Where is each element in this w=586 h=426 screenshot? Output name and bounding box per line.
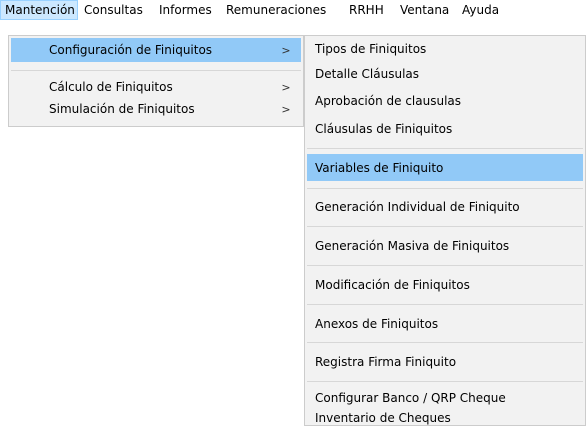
menu-bar: Mantención Consultas Informes Remuneraci… — [0, 0, 586, 20]
submenu-item-clausulas-finiquitos[interactable]: Cláusulas de Finiquitos — [307, 116, 583, 141]
menu-item-label: Configurar Banco / QRP Cheque — [315, 391, 506, 405]
submenu-item-variables-finiquito[interactable]: Variables de Finiquito — [307, 154, 583, 181]
menu-item-label: Configuración de Finiquitos — [49, 43, 213, 57]
menu-consultas[interactable]: Consultas — [80, 0, 147, 20]
menu-item-label: Generación Masiva de Finiquitos — [315, 238, 510, 253]
menu-item-label: Cálculo de Finiquitos — [49, 80, 173, 94]
chevron-right-icon: > — [281, 43, 291, 57]
submenu-item-modificacion-finiquitos[interactable]: Modificación de Finiquitos — [307, 271, 583, 298]
menu-item-label: Variables de Finiquito — [315, 160, 444, 175]
menu-item-label: Inventario de Cheques — [315, 411, 451, 425]
submenu-item-anexos-finiquitos[interactable]: Anexos de Finiquitos — [307, 310, 583, 337]
menu-ventana[interactable]: Ventana — [396, 0, 453, 20]
menu-item-label: Modificación de Finiquitos — [315, 277, 470, 292]
menu-separator — [307, 342, 583, 343]
menu-separator — [307, 381, 583, 382]
menu-separator — [307, 188, 583, 189]
menu-item-label: Simulación de Finiquitos — [49, 102, 195, 116]
menu-separator — [307, 226, 583, 227]
menu-item-label: Aprobación de clausulas — [315, 93, 462, 108]
menu-separator — [307, 265, 583, 266]
submenu-item-registra-firma[interactable]: Registra Firma Finiquito — [307, 348, 583, 375]
menu-item-label: Registra Firma Finiquito — [315, 354, 457, 369]
menu-remuneraciones[interactable]: Remuneraciones — [222, 0, 330, 20]
submenu-item-generacion-masiva[interactable]: Generación Masiva de Finiquitos — [307, 232, 583, 259]
submenu-item-inventario-cheques[interactable]: Inventario de Cheques — [307, 410, 583, 426]
mantencion-dropdown: Configuración de Finiquitos > Cálculo de… — [8, 35, 304, 127]
submenu-item-aprobacion-clausulas[interactable]: Aprobación de clausulas — [307, 88, 583, 113]
menu-item-simulacion-finiquitos[interactable]: Simulación de Finiquitos > — [11, 98, 301, 120]
menu-item-configuracion-finiquitos[interactable]: Configuración de Finiquitos > — [11, 38, 301, 62]
chevron-right-icon: > — [281, 102, 291, 116]
menu-separator — [307, 148, 583, 149]
submenu-item-detalle-clausulas[interactable]: Detalle Cláusulas — [307, 61, 583, 86]
menu-item-label: Cláusulas de Finiquitos — [315, 121, 453, 136]
menu-separator — [11, 70, 301, 71]
chevron-right-icon: > — [281, 80, 291, 94]
menu-item-label: Generación Individual de Finiquito — [315, 199, 520, 214]
menu-item-label: Detalle Cláusulas — [315, 66, 420, 81]
menu-item-label: Tipos de Finiquitos — [315, 41, 427, 56]
menu-mantencion[interactable]: Mantención — [0, 0, 78, 20]
menu-informes[interactable]: Informes — [155, 0, 216, 20]
menu-separator — [307, 304, 583, 305]
menu-item-label: Anexos de Finiquitos — [315, 316, 439, 331]
application-window: Mantención Consultas Informes Remuneraci… — [0, 0, 586, 426]
submenu-item-configurar-banco[interactable]: Configurar Banco / QRP Cheque — [307, 386, 583, 410]
submenu-item-generacion-individual[interactable]: Generación Individual de Finiquito — [307, 193, 583, 220]
menu-item-calculo-finiquitos[interactable]: Cálculo de Finiquitos > — [11, 76, 301, 98]
menu-ayuda[interactable]: Ayuda — [458, 0, 503, 20]
configuracion-finiquitos-submenu: Tipos de Finiquitos Detalle Cláusulas Ap… — [304, 35, 586, 426]
submenu-item-tipos-finiquitos[interactable]: Tipos de Finiquitos — [307, 36, 583, 61]
menu-rrhh[interactable]: RRHH — [345, 0, 388, 20]
